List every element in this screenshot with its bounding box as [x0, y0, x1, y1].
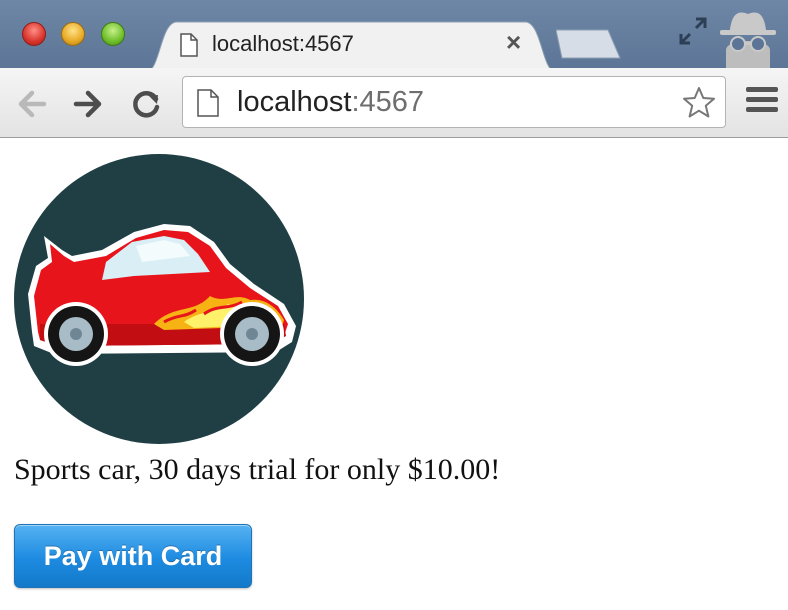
zoom-window-button[interactable]	[101, 22, 125, 46]
browser-titlebar: localhost:4567 ×	[0, 0, 788, 72]
back-button[interactable]	[14, 86, 50, 122]
browser-toolbar: localhost:4567	[0, 68, 788, 138]
product-description: Sports car, 30 days trial for only $10.0…	[14, 453, 501, 486]
minimize-window-button[interactable]	[61, 22, 85, 46]
url-host: localhost	[237, 86, 352, 118]
pay-with-card-button[interactable]: Pay with Card	[14, 524, 252, 588]
hamburger-menu-icon[interactable]	[746, 87, 778, 119]
close-window-button[interactable]	[22, 22, 46, 46]
browser-tab[interactable]: localhost:4567 ×	[146, 20, 556, 72]
new-tab-button[interactable]	[556, 28, 622, 60]
reload-button[interactable]	[128, 86, 164, 122]
sports-car-image	[14, 154, 304, 444]
tab-title: localhost:4567	[212, 31, 354, 56]
address-bar-url: localhost:4567	[237, 86, 424, 119]
forward-button[interactable]	[70, 86, 106, 122]
star-icon[interactable]	[681, 85, 717, 121]
tab-close-button[interactable]: ×	[506, 27, 521, 58]
incognito-icon	[720, 12, 776, 68]
page-content: Sports car, 30 days trial for only $10.0…	[0, 139, 788, 610]
url-port: :4567	[351, 86, 425, 118]
fullscreen-icon[interactable]	[678, 16, 708, 46]
page-icon	[197, 89, 219, 117]
page-icon	[180, 33, 198, 57]
address-bar[interactable]: localhost:4567	[182, 76, 726, 128]
